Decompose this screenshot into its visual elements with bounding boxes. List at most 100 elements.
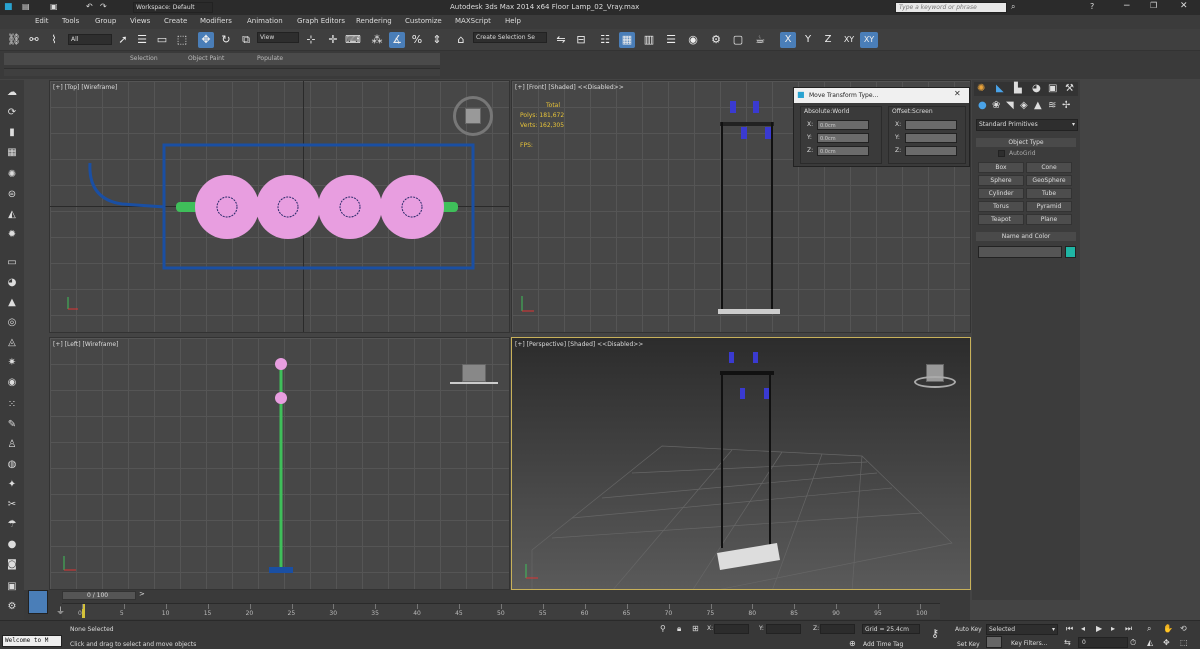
goto-end-icon[interactable]: ⏭: [1125, 624, 1132, 634]
save-file-icon[interactable]: ▣: [5, 580, 19, 594]
select-manipulate-icon[interactable]: ✛: [325, 32, 341, 48]
key-filters-button[interactable]: Key Filters...: [1011, 640, 1048, 647]
redo-icon[interactable]: ↷: [100, 2, 107, 11]
named-selection-dropdown[interactable]: Create Selection Se: [473, 32, 547, 43]
bind-spacewarp-icon[interactable]: ⌇: [46, 32, 62, 48]
maximize-viewport-icon[interactable]: ⬚: [1180, 638, 1188, 647]
object-name-input[interactable]: [978, 246, 1062, 258]
sphere-button[interactable]: Sphere: [978, 175, 1024, 186]
rotate-view-icon[interactable]: ⟳: [5, 106, 19, 120]
coord-z-field[interactable]: [820, 624, 855, 634]
edit-named-selection-icon[interactable]: ⌂: [453, 32, 469, 48]
window-crossing-icon[interactable]: ⬚: [174, 32, 190, 48]
key-icon[interactable]: ⚷: [931, 627, 939, 640]
add-time-tag[interactable]: Add Time Tag: [863, 641, 903, 648]
shapes-icon[interactable]: ❀: [992, 100, 1000, 111]
help-icon[interactable]: ?: [1090, 2, 1094, 11]
time-slider[interactable]: 0 / 100: [62, 591, 136, 600]
menu-views[interactable]: Views: [130, 17, 150, 25]
menu-create[interactable]: Create: [164, 17, 187, 25]
character-icon[interactable]: ♙: [5, 438, 19, 452]
align-icon[interactable]: ⊟: [573, 32, 589, 48]
axis-y-button[interactable]: Y: [800, 32, 816, 48]
set-key-icon[interactable]: [986, 636, 1002, 648]
tube-icon[interactable]: ⊜: [5, 188, 19, 202]
settings-icon[interactable]: ⚙: [5, 600, 19, 614]
axis-xy-button[interactable]: XY: [840, 32, 858, 48]
select-object-icon[interactable]: ➚: [115, 32, 131, 48]
rendered-frame-icon[interactable]: ▢: [730, 32, 746, 48]
light-icon[interactable]: ✺: [5, 168, 19, 182]
sun-icon[interactable]: ✷: [5, 356, 19, 370]
menu-group[interactable]: Group: [95, 17, 116, 25]
pivot-center-icon[interactable]: ⊹: [303, 32, 319, 48]
tab-populate[interactable]: Populate: [257, 55, 283, 64]
reference-coord-dropdown[interactable]: View: [257, 32, 299, 43]
workspace-dropdown[interactable]: Workspace: Default: [133, 2, 213, 13]
abs-y-field[interactable]: 0.0cm: [817, 133, 869, 143]
display-tab-icon[interactable]: ▣: [1048, 83, 1057, 94]
sphere2-icon[interactable]: ●: [5, 538, 19, 552]
eye-icon[interactable]: ◎: [5, 316, 19, 330]
cone-icon[interactable]: ▲: [5, 296, 19, 310]
motion-tab-icon[interactable]: ◕: [1032, 83, 1041, 94]
absolute-mode-icon[interactable]: ⊞: [692, 624, 699, 633]
render-production-icon[interactable]: ☕: [752, 32, 768, 48]
field-of-view-icon[interactable]: ◭: [1147, 638, 1153, 647]
geosphere-button[interactable]: GeoSphere: [1026, 175, 1072, 186]
box-icon[interactable]: ▮: [5, 126, 19, 140]
teapot-icon[interactable]: ☁: [5, 86, 19, 100]
cylinder-button[interactable]: Cylinder: [978, 188, 1024, 199]
coord-x-field[interactable]: [714, 624, 749, 634]
axis-z-button[interactable]: Z: [820, 32, 836, 48]
render-setup-icon[interactable]: ⚙: [708, 32, 724, 48]
coord-y-field[interactable]: [766, 624, 801, 634]
key-mode-dropdown[interactable]: Selected ▾: [986, 624, 1058, 635]
unlink-icon[interactable]: ⚯: [26, 32, 42, 48]
viewport-perspective[interactable]: [+] [Perspective] [Shaded] <<Disabled>>: [511, 337, 971, 590]
goto-start-icon[interactable]: ⏮: [1066, 624, 1073, 634]
sphere-icon[interactable]: ◕: [5, 276, 19, 290]
dialog-close-icon[interactable]: ✕: [954, 89, 961, 98]
schematic-view-icon[interactable]: ☰: [663, 32, 679, 48]
spinner-snap-icon[interactable]: ⇕: [429, 32, 445, 48]
menu-tools[interactable]: Tools: [62, 17, 79, 25]
plane-icon[interactable]: ▭: [5, 256, 19, 270]
grid-icon[interactable]: ▦: [5, 146, 19, 160]
layer-manager-icon[interactable]: ☷: [597, 32, 613, 48]
pin-icon[interactable]: ⚲: [660, 624, 666, 633]
open-icon[interactable]: ▤: [22, 2, 30, 11]
viewport-left[interactable]: [+] [Left] [Wireframe]: [49, 337, 510, 590]
scale-icon[interactable]: ⧉: [238, 32, 254, 48]
search-icon[interactable]: ⌕: [1011, 2, 1015, 12]
close-icon[interactable]: ✕: [1180, 1, 1188, 11]
prev-frame-icon[interactable]: ◂: [1081, 624, 1085, 633]
cameras-icon[interactable]: ◈: [1020, 100, 1028, 111]
minimize-icon[interactable]: −: [1123, 1, 1131, 11]
current-frame-field[interactable]: 0: [1078, 637, 1128, 648]
key-mode-toggle-icon[interactable]: ⇆: [1064, 638, 1071, 647]
menu-customize[interactable]: Customize: [405, 17, 442, 25]
orbit-icon[interactable]: ⟲: [1180, 624, 1187, 633]
hierarchy-tab-icon[interactable]: ▙: [1014, 83, 1022, 94]
next-frame-icon[interactable]: ▸: [1111, 624, 1115, 633]
app-logo-icon[interactable]: ■: [4, 2, 13, 12]
viewport-layout-icon[interactable]: [28, 590, 48, 614]
tab-object-paint[interactable]: Object Paint: [188, 55, 224, 64]
torus-button[interactable]: Torus: [978, 201, 1024, 212]
axis-x-button[interactable]: X: [780, 32, 796, 48]
save-icon[interactable]: ▣: [50, 2, 58, 11]
curve-editor-icon[interactable]: ▥: [641, 32, 657, 48]
angle-snap-icon[interactable]: ∡: [389, 32, 405, 48]
undo-icon[interactable]: ↶: [86, 2, 93, 11]
play-icon[interactable]: ▶: [1096, 624, 1102, 633]
object-type-header[interactable]: Object Type: [976, 138, 1076, 147]
set-key-button[interactable]: Set Key: [957, 641, 980, 648]
mirror-shape-icon[interactable]: ◬: [5, 336, 19, 350]
modify-tab-icon[interactable]: ◣: [996, 83, 1004, 94]
helpers-icon[interactable]: ▲: [1034, 100, 1042, 111]
hair-icon[interactable]: ☂: [5, 518, 19, 532]
rotate-icon[interactable]: ↻: [218, 32, 234, 48]
off-x-field[interactable]: [905, 120, 957, 130]
menu-rendering[interactable]: Rendering: [356, 17, 392, 25]
